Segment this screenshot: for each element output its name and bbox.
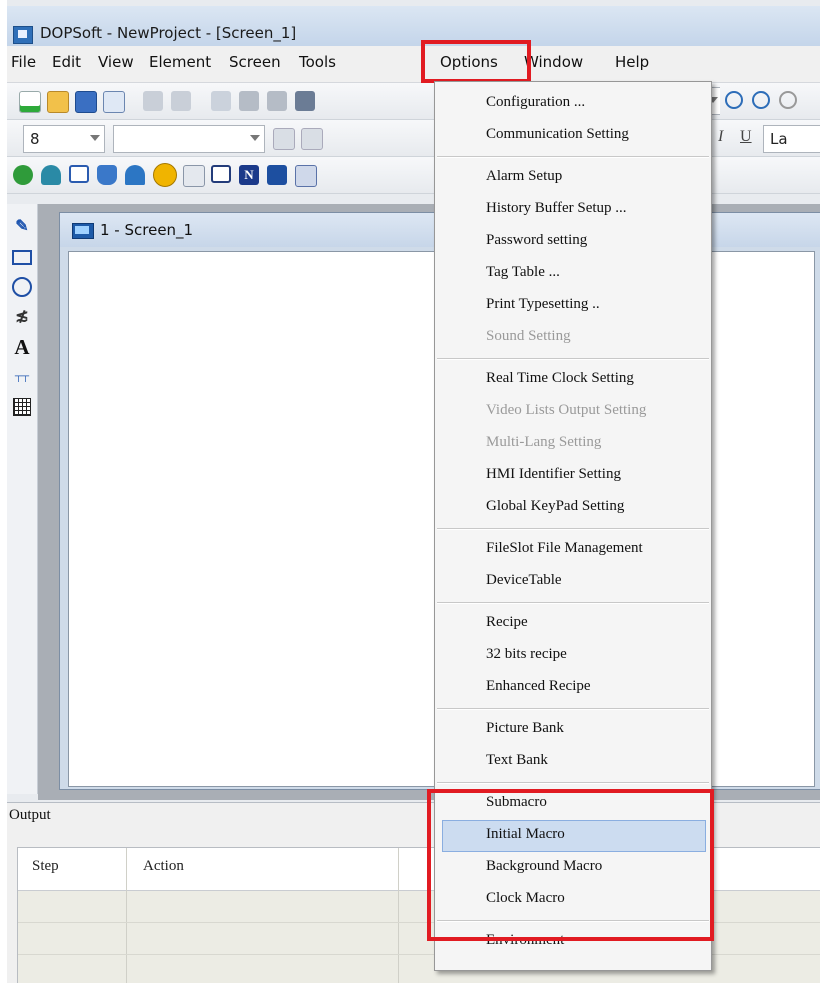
menu-screen[interactable]: Screen bbox=[229, 53, 281, 71]
on-button-element-icon[interactable] bbox=[13, 165, 33, 185]
italic-button[interactable]: I bbox=[718, 128, 723, 146]
menu-item-tag-table[interactable]: Tag Table ... bbox=[486, 264, 560, 281]
polyline-tool-icon[interactable]: ≴ bbox=[11, 306, 33, 328]
window-title: DOPSoft - NewProject - [Screen_1] bbox=[40, 24, 297, 42]
menu-item-multi-lang-setting[interactable]: Multi-Lang Setting bbox=[486, 434, 601, 451]
menu-item-history-buffer-setup[interactable]: History Buffer Setup ... bbox=[486, 200, 627, 217]
menu-item-32-bits-recipe[interactable]: 32 bits recipe bbox=[486, 646, 567, 663]
display-element-icon[interactable] bbox=[69, 165, 89, 183]
rectangle-tool-icon[interactable] bbox=[11, 246, 33, 268]
drawing-toolbar: ✎ ≴ A ┬┬ bbox=[7, 204, 38, 794]
menu-item-real-time-clock-setting[interactable]: Real Time Clock Setting bbox=[486, 370, 634, 387]
menu-item-sound-setting[interactable]: Sound Setting bbox=[486, 328, 571, 345]
pencil-icon[interactable]: ✎ bbox=[11, 216, 33, 238]
menu-item-devicetable[interactable]: DeviceTable bbox=[486, 572, 562, 589]
font-name-select[interactable] bbox=[113, 125, 265, 153]
column-divider bbox=[126, 848, 127, 983]
numeric-element-icon[interactable] bbox=[183, 165, 205, 187]
font-size-select[interactable]: 8 bbox=[23, 125, 105, 153]
menu-separator bbox=[437, 528, 709, 530]
menu-window[interactable]: Window bbox=[524, 53, 583, 71]
menu-separator bbox=[437, 156, 709, 158]
meter-element-icon[interactable] bbox=[125, 165, 145, 185]
menu-help[interactable]: Help bbox=[615, 53, 649, 71]
menu-tools[interactable]: Tools bbox=[299, 53, 336, 71]
column-divider bbox=[398, 848, 399, 983]
paste-icon[interactable] bbox=[267, 91, 287, 111]
menu-separator bbox=[437, 358, 709, 360]
app-icon bbox=[13, 26, 33, 44]
text-align-left-icon[interactable] bbox=[273, 128, 295, 150]
menu-item-alarm-setup[interactable]: Alarm Setup bbox=[486, 168, 562, 185]
save-icon[interactable] bbox=[75, 91, 97, 113]
screen-element-icon[interactable] bbox=[211, 165, 231, 183]
menu-item-communication-setting[interactable]: Communication Setting bbox=[486, 126, 629, 143]
cut-icon[interactable] bbox=[211, 91, 231, 111]
copy-icon[interactable] bbox=[239, 91, 259, 111]
menu-separator bbox=[437, 602, 709, 604]
save-all-icon[interactable] bbox=[103, 91, 125, 113]
underline-button[interactable]: U bbox=[740, 128, 752, 146]
menu-separator bbox=[437, 782, 709, 784]
circle-tool-icon[interactable] bbox=[11, 276, 33, 298]
menu-item-password-setting[interactable]: Password setting bbox=[486, 232, 587, 249]
screen-window-title: 1 - Screen_1 bbox=[100, 221, 194, 239]
menu-bar: File Edit View Element Screen Tools Opti… bbox=[7, 46, 820, 123]
find-icon[interactable] bbox=[295, 91, 315, 111]
output-panel-title: Output bbox=[9, 807, 51, 823]
menu-item-global-keypad-setting[interactable]: Global KeyPad Setting bbox=[486, 498, 624, 515]
text-tool-icon[interactable]: A bbox=[11, 336, 33, 358]
menu-edit[interactable]: Edit bbox=[52, 53, 81, 71]
zoom-reset-icon[interactable] bbox=[779, 91, 797, 109]
n-element-icon[interactable]: N bbox=[239, 165, 259, 185]
menu-item-recipe[interactable]: Recipe bbox=[486, 614, 528, 631]
title-bar: DOPSoft - NewProject - [Screen_1] bbox=[7, 6, 820, 46]
trend-element-icon[interactable] bbox=[267, 165, 287, 185]
menu-item-picture-bank[interactable]: Picture Bank bbox=[486, 720, 564, 737]
undo-icon[interactable] bbox=[143, 91, 163, 111]
lamp-element-icon[interactable] bbox=[153, 163, 177, 187]
column-action[interactable]: Action bbox=[143, 858, 184, 875]
table-tool-icon[interactable] bbox=[11, 396, 33, 418]
menu-item-fileslot-file-management[interactable]: FileSlot File Management bbox=[486, 540, 643, 557]
menu-separator bbox=[437, 708, 709, 710]
menu-element[interactable]: Element bbox=[149, 53, 211, 71]
zoom-in-icon[interactable] bbox=[725, 91, 743, 109]
menu-view[interactable]: View bbox=[98, 53, 134, 71]
redo-icon[interactable] bbox=[171, 91, 191, 111]
menu-item-configuration[interactable]: Configuration ... bbox=[486, 94, 585, 111]
menu-item-print-typesetting[interactable]: Print Typesetting .. bbox=[486, 296, 600, 313]
indicator-element-icon[interactable] bbox=[41, 165, 61, 185]
macro-items-highlight-box bbox=[427, 789, 714, 941]
text-align-right-icon[interactable] bbox=[301, 128, 323, 150]
open-folder-icon[interactable] bbox=[47, 91, 69, 113]
column-step[interactable]: Step bbox=[32, 858, 59, 875]
options-highlight-box bbox=[421, 40, 531, 83]
language-select[interactable]: La bbox=[763, 125, 820, 153]
menu-file[interactable]: File bbox=[11, 53, 36, 71]
menu-item-text-bank[interactable]: Text Bank bbox=[486, 752, 548, 769]
scale-tool-icon[interactable]: ┬┬ bbox=[11, 366, 33, 388]
tank-element-icon[interactable] bbox=[97, 165, 117, 185]
menu-item-hmi-identifier-setting[interactable]: HMI Identifier Setting bbox=[486, 466, 621, 483]
app-window: DOPSoft - NewProject - [Screen_1] File E… bbox=[7, 0, 820, 983]
new-file-icon[interactable] bbox=[19, 91, 41, 113]
xy-chart-element-icon[interactable] bbox=[295, 165, 317, 187]
menu-item-video-lists-output-setting[interactable]: Video Lists Output Setting bbox=[486, 402, 646, 419]
screen-icon bbox=[72, 223, 94, 239]
zoom-out-icon[interactable] bbox=[752, 91, 770, 109]
menu-item-enhanced-recipe[interactable]: Enhanced Recipe bbox=[486, 678, 591, 695]
